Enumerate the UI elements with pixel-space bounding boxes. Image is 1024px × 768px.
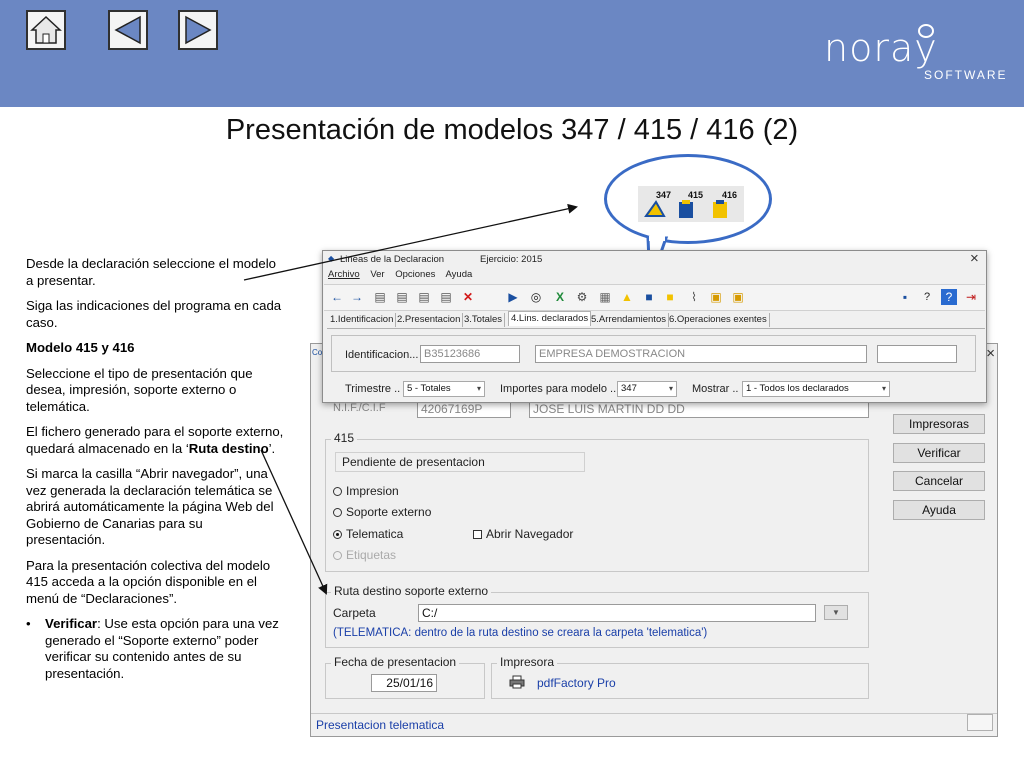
annotation-arrows xyxy=(243,203,578,595)
arrow-to-ruta-destino xyxy=(260,449,328,595)
arrow-to-model-icons xyxy=(243,203,578,281)
